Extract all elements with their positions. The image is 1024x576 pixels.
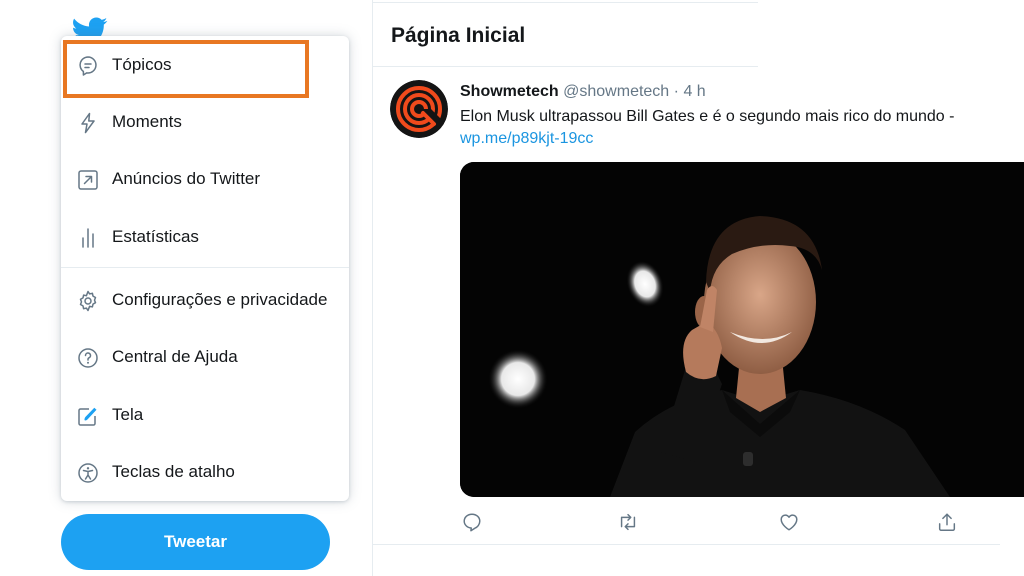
page-title: Página Inicial	[391, 24, 526, 47]
menu-item-label: Anúncios do Twitter	[112, 169, 261, 188]
topics-icon	[76, 54, 100, 78]
retweet-icon[interactable]	[617, 511, 639, 533]
display-icon	[76, 404, 100, 428]
separator: ·	[673, 83, 679, 100]
help-icon	[76, 346, 100, 370]
accessibility-icon	[76, 461, 100, 485]
menu-item-label: Teclas de atalho	[112, 462, 235, 481]
menu-item-analytics[interactable]: Estatísticas	[61, 216, 349, 260]
menu-item-label: Estatísticas	[112, 227, 199, 246]
twitter-logo-icon[interactable]	[71, 14, 108, 47]
menu-item-settings[interactable]: Configurações e privacidade	[61, 279, 349, 323]
header-divider	[372, 66, 758, 67]
menu-item-label: Configurações e privacidade	[112, 290, 328, 309]
reply-icon[interactable]	[461, 511, 483, 533]
menu-item-help-center[interactable]: Central de Ajuda	[61, 336, 349, 380]
share-icon[interactable]	[936, 511, 958, 533]
top-divider	[372, 2, 758, 3]
menu-item-label: Tela	[112, 405, 144, 424]
menu-item-label: Tópicos	[112, 55, 172, 74]
tweet-time[interactable]: 4 h	[683, 83, 705, 100]
tweet-divider	[372, 544, 1000, 545]
tweet-button[interactable]: Tweetar	[61, 514, 330, 570]
menu-item-topics[interactable]: Tópicos	[61, 44, 349, 88]
lightning-icon	[76, 111, 100, 135]
ads-icon	[76, 168, 100, 192]
menu-item-twitter-ads[interactable]: Anúncios do Twitter	[61, 158, 349, 202]
menu-item-moments[interactable]: Moments	[61, 101, 349, 145]
avatar[interactable]	[390, 80, 448, 138]
gear-icon	[76, 289, 100, 313]
analytics-icon	[76, 226, 100, 250]
tweet-text: Elon Musk ultrapassou Bill Gates e é o s…	[460, 108, 955, 125]
menu-item-label: Moments	[112, 112, 182, 131]
author-name[interactable]: Showmetech	[460, 83, 559, 100]
menu-item-label: Central de Ajuda	[112, 347, 238, 366]
tweet-link[interactable]: wp.me/p89kjt-19cc	[460, 130, 593, 148]
menu-divider	[61, 267, 349, 268]
menu-item-display[interactable]: Tela	[61, 394, 349, 438]
column-divider	[372, 0, 373, 576]
tweet-author-line: Showmetech @showmetech · 4 h	[460, 83, 706, 101]
like-icon[interactable]	[778, 511, 800, 533]
menu-item-keyboard-shortcuts[interactable]: Teclas de atalho	[61, 451, 349, 495]
author-handle[interactable]: @showmetech	[563, 83, 669, 100]
more-menu: Tópicos Moments Anúncios do Twitter Esta…	[61, 36, 349, 501]
tweet-media-image[interactable]	[460, 162, 1024, 497]
